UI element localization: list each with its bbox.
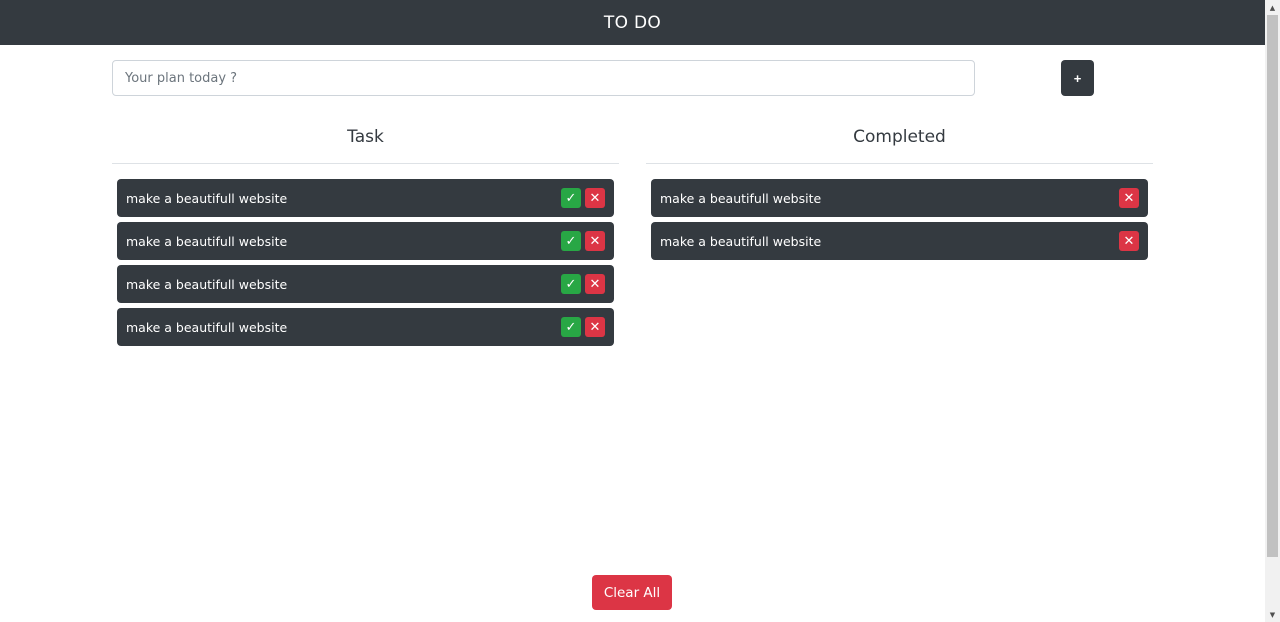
item-actions: ✓ ✕ (561, 274, 605, 294)
list-item: make a beautifull website ✕ (651, 222, 1148, 260)
close-icon[interactable]: ✕ (585, 274, 605, 294)
task-list: make a beautifull website ✓ ✕ make a beauti… (117, 179, 614, 351)
list-item-text: make a beautifull website (126, 319, 288, 335)
app-title: TO DO (603, 12, 662, 33)
add-task-button[interactable]: + (1061, 60, 1094, 96)
list-item-text: make a beautifull website (660, 233, 822, 249)
list-item-text: make a beautifull website (126, 276, 288, 292)
vertical-scrollbar[interactable]: ▲ ▼ (1265, 0, 1280, 622)
list-item: make a beautifull website ✓ ✕ (117, 179, 614, 217)
list-item: make a beautifull website ✓ ✕ (117, 222, 614, 260)
item-actions: ✕ (1119, 188, 1139, 208)
completed-divider (646, 163, 1153, 164)
item-actions: ✓ ✕ (561, 188, 605, 208)
check-icon[interactable]: ✓ (561, 231, 581, 251)
todo-page: TO DO + Task Completed make a beautifull… (0, 0, 1265, 622)
scroll-down-icon[interactable]: ▼ (1265, 607, 1280, 622)
list-item: make a beautifull website ✕ (651, 179, 1148, 217)
completed-list: make a beautifull website ✕ make a beautif… (651, 179, 1148, 265)
clear-all-button[interactable]: Clear All (592, 575, 672, 610)
list-item-text: make a beautifull website (660, 190, 822, 206)
check-icon[interactable]: ✓ (561, 317, 581, 337)
task-column-heading: Task (347, 127, 384, 147)
check-icon[interactable]: ✓ (561, 274, 581, 294)
close-icon[interactable]: ✕ (1119, 188, 1139, 208)
close-icon[interactable]: ✕ (585, 317, 605, 337)
scrollbar-thumb[interactable] (1267, 15, 1278, 557)
item-actions: ✓ ✕ (561, 317, 605, 337)
list-item-text: make a beautifull website (126, 233, 288, 249)
navbar: TO DO (0, 0, 1265, 45)
item-actions: ✕ (1119, 231, 1139, 251)
scroll-up-icon[interactable]: ▲ (1265, 0, 1280, 15)
list-item-text: make a beautifull website (126, 190, 288, 206)
close-icon[interactable]: ✕ (585, 231, 605, 251)
completed-column-heading: Completed (853, 127, 946, 147)
task-divider (112, 163, 619, 164)
plan-input[interactable] (112, 60, 975, 96)
list-item: make a beautifull website ✓ ✕ (117, 308, 614, 346)
close-icon[interactable]: ✕ (585, 188, 605, 208)
list-item: make a beautifull website ✓ ✕ (117, 265, 614, 303)
item-actions: ✓ ✕ (561, 231, 605, 251)
close-icon[interactable]: ✕ (1119, 231, 1139, 251)
check-icon[interactable]: ✓ (561, 188, 581, 208)
